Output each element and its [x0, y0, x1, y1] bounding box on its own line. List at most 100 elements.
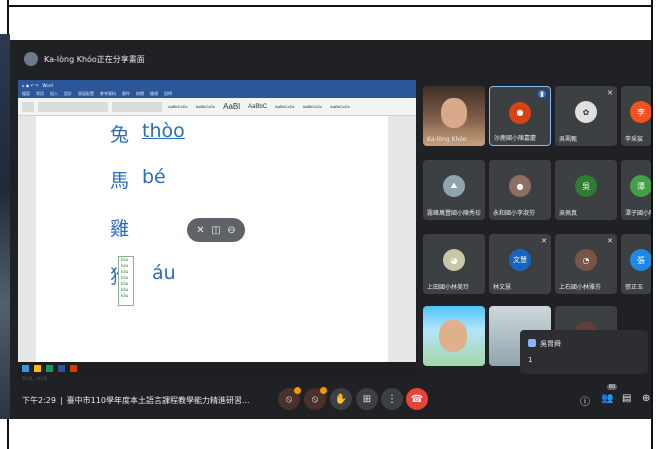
style-emphasis[interactable]: AaBbCcDc	[328, 104, 352, 109]
folder-icon[interactable]	[34, 364, 41, 372]
participant-face	[441, 98, 467, 128]
vocab-romanization: thòo	[142, 120, 185, 142]
vocab-romanization: áu	[152, 262, 176, 284]
pin-icon[interactable]: ◫	[211, 225, 220, 236]
camera-off-icon: ⦸	[311, 393, 319, 405]
ribbon-tab[interactable]: 檢視	[150, 91, 158, 98]
participant-tile[interactable]: ⛰ 霧峰萬豐國小陳秀珍	[423, 160, 485, 220]
people-count-badge: 60	[607, 384, 618, 390]
participant-name: 上田國小林美玲	[427, 284, 470, 291]
word-title: Word	[42, 83, 53, 88]
participant-avatar: ◕	[443, 249, 465, 272]
chat-icon	[528, 339, 536, 347]
participant-tile[interactable]: ✿ ✕ 吳珮甄	[555, 86, 617, 146]
word-toolbar: AaBbCcDc AaBbCcDc AaBl AaBbC AaBbCcDc Aa…	[18, 98, 416, 116]
chat-notification[interactable]: 吳胃舜 1	[520, 330, 648, 374]
hand-icon: ✋	[334, 393, 348, 405]
more-options-button[interactable]: ⋮	[381, 388, 403, 410]
meeting-title: 臺中市110學年度本土語言課程教學能力精進研習...	[66, 395, 250, 405]
ribbon-tab[interactable]: 說明	[164, 91, 172, 98]
share-banner-text: Ka-lòng Khóo正在分享畫面	[44, 54, 145, 64]
paragraph-controls[interactable]	[112, 101, 162, 112]
participant-tile[interactable]: 文慧 ✕ 林文慧	[489, 234, 551, 294]
camera-button[interactable]: ⦸	[304, 387, 327, 410]
style-subtitle[interactable]: AaBbCcDc	[301, 104, 325, 109]
font-controls[interactable]	[38, 101, 108, 112]
ribbon-tab[interactable]: 郵件	[122, 91, 130, 98]
ime-candidate[interactable]: kǎu	[119, 293, 133, 299]
participant-tile[interactable]: ◔ ✕ 上石國小林雅芬	[555, 234, 617, 294]
presenter-controls: ✕ ◫ ⊖	[187, 218, 245, 242]
separator: |	[59, 395, 63, 405]
chrome-icon[interactable]	[46, 364, 53, 372]
warning-badge	[320, 387, 327, 394]
participant-avatar: ◔	[575, 249, 597, 272]
participant-tile[interactable]: 張 張正玉	[621, 234, 651, 294]
warning-badge	[294, 387, 301, 394]
meeting-time: 下午2:29	[22, 395, 56, 405]
info-icon[interactable]: ⓘ	[580, 393, 590, 408]
participant-name: 霧峰萬豐國小陳秀珍	[427, 210, 482, 217]
participant-name: 林文慧	[493, 284, 512, 291]
style-title[interactable]: AaBbCcDc	[273, 104, 297, 109]
chat-icon[interactable]: ▤	[622, 393, 631, 404]
mic-off-icon[interactable]: ✕	[196, 225, 204, 236]
sharer-avatar	[24, 52, 38, 66]
participant-name: Ka-lòng Khóo	[427, 136, 467, 143]
vocab-hanji: 雞	[110, 218, 130, 240]
ribbon-tab[interactable]: 常用	[36, 91, 44, 98]
frame-right-border	[651, 0, 658, 449]
ribbon-tab[interactable]: 校閱	[136, 91, 144, 98]
ribbon-tab[interactable]: 參考資料	[100, 91, 116, 98]
ribbon-tab[interactable]: 版面配置	[78, 91, 94, 98]
mic-button[interactable]: ⦸	[278, 387, 301, 410]
windows-taskbar	[18, 362, 416, 374]
participant-tile[interactable]: ● ▮ 沙鹿國小陳嘉慶	[489, 86, 551, 146]
participant-tile[interactable]: 吳 吳佩真	[555, 160, 617, 220]
mic-off-icon: ⦸	[285, 393, 293, 405]
vocab-romanization: bé	[142, 166, 166, 188]
leave-call-button[interactable]: ☎	[406, 388, 428, 410]
people-icon[interactable]: 👥	[601, 393, 613, 404]
ime-candidate-list[interactable]: káu kau káu kàu kāu kâu kǎu	[118, 256, 134, 306]
participant-avatar: ●	[509, 101, 531, 124]
participant-avatar: 張	[630, 249, 651, 272]
participant-tile[interactable]	[423, 306, 485, 366]
raise-hand-button[interactable]: ✋	[330, 388, 352, 410]
participant-tile[interactable]: ◕ 上田國小林美玲	[423, 234, 485, 294]
activities-icon[interactable]: ⊕	[642, 393, 650, 404]
powerpoint-icon[interactable]	[70, 364, 77, 372]
participant-tile[interactable]: 李 李采宸	[621, 86, 651, 146]
background-window-strip	[0, 34, 10, 419]
style-heading2[interactable]: AaBbC	[246, 104, 269, 110]
hang-up-icon: ☎	[410, 393, 424, 405]
start-icon[interactable]	[22, 364, 29, 372]
style-no-spacing[interactable]: AaBbCcDc	[194, 104, 218, 109]
chat-message: 1	[528, 356, 533, 364]
style-heading1[interactable]: AaBl	[221, 102, 242, 111]
paste-icon[interactable]	[22, 101, 34, 112]
participant-name: 潭子國小陳	[625, 210, 651, 217]
meeting-controls-bar: 下午2:29 | 臺中市110學年度本土語言課程教學能力精進研習... ⦸ ⦸ …	[10, 382, 651, 418]
participant-tile[interactable]: ● 永和國小李淑芬	[489, 160, 551, 220]
remove-icon[interactable]: ⊖	[227, 225, 235, 236]
ribbon-tab[interactable]: 插入	[50, 91, 58, 98]
ribbon-tab[interactable]: 檔案	[22, 91, 30, 98]
vocab-hanji: 兔	[110, 124, 130, 146]
speaking-icon: ▮	[538, 90, 546, 98]
ribbon-tab[interactable]: 設計	[64, 91, 72, 98]
participant-name: 永和國小李淑芬	[493, 210, 536, 217]
participant-avatar: 潭	[630, 175, 651, 198]
style-normal[interactable]: AaBbCcDc	[166, 104, 190, 109]
autosave-label: ⌂ ◉ ↶ ↷	[22, 83, 39, 88]
participant-tile[interactable]: 潭 潭子國小陳	[621, 160, 651, 220]
participant-name: 沙鹿國小陳嘉慶	[494, 135, 537, 142]
mic-off-icon: ✕	[607, 89, 613, 97]
participant-name: 吳佩真	[559, 210, 578, 217]
word-icon[interactable]	[58, 364, 65, 372]
present-button[interactable]: ⊞	[356, 388, 378, 410]
participant-tile[interactable]: Ka-lòng Khóo	[423, 86, 485, 146]
present-icon: ⊞	[362, 393, 372, 405]
participant-avatar: ✿	[575, 101, 597, 124]
word-ribbon-tabs: 檔案 常用 插入 設計 版面配置 參考資料 郵件 校閱 檢視 說明	[18, 91, 416, 98]
